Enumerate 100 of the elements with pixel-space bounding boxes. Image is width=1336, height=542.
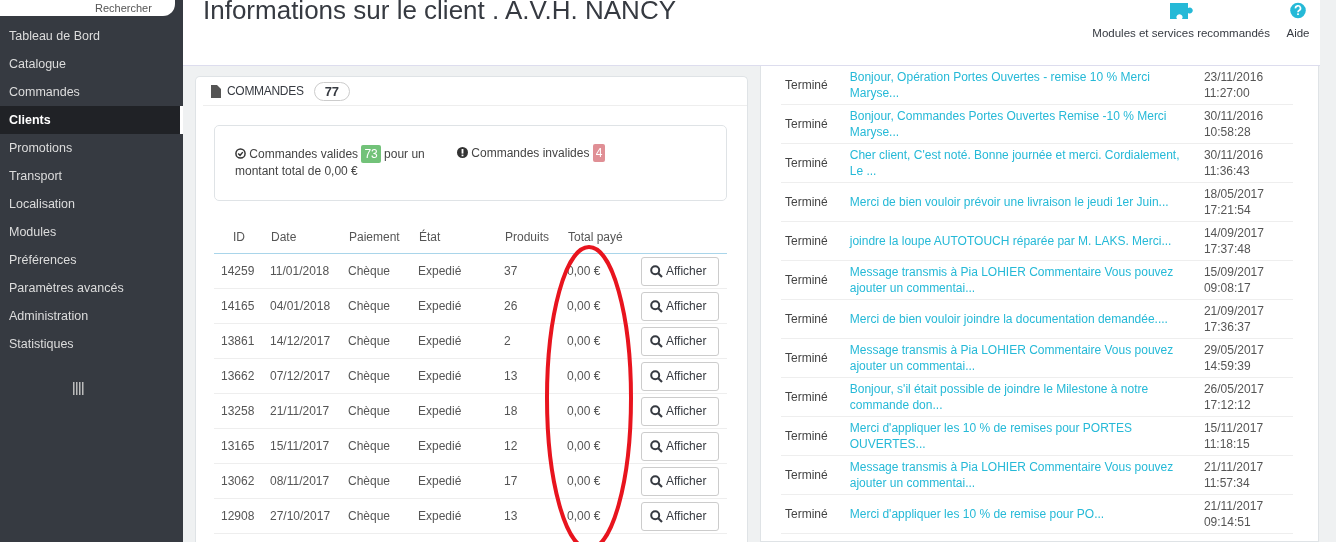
puzzle-icon (1168, 3, 1195, 19)
date-cell: 26/05/2017 17:12:12 (1199, 377, 1293, 417)
table-cell: 13 (504, 498, 567, 534)
table-cell: 13662 (214, 358, 270, 394)
modules-link[interactable]: Modules et services recommandés (1092, 0, 1270, 65)
status-cell: Terminé (781, 66, 846, 105)
column-header: Total payé (567, 221, 641, 254)
date-cell: 15/09/2017 09:08:17 (1199, 260, 1293, 300)
status-cell: Terminé (781, 338, 846, 378)
table-cell: 08/11/2017 (270, 463, 348, 499)
action-label: Modules et services recommandés (1092, 27, 1270, 39)
table-cell: 14165 (214, 288, 270, 324)
table-cell: 12 (504, 428, 567, 464)
sidebar-item[interactable]: Modules (0, 218, 183, 246)
search-field[interactable]: Rechercher (0, 0, 175, 16)
sidebar-item[interactable]: Promotions (0, 134, 183, 162)
table-cell: 04/01/2018 (270, 288, 348, 324)
sidebar-item[interactable]: Tableau de Bord (0, 22, 183, 50)
column-header: État (418, 221, 504, 254)
table-cell: 27/10/2017 (270, 498, 348, 534)
table-cell: 13861 (214, 323, 270, 359)
table-cell: 18 (504, 393, 567, 429)
column-header: ID (214, 221, 270, 254)
date-cell: 18/05/2017 17:21:54 (1199, 182, 1293, 222)
status-cell: Terminé (781, 260, 846, 300)
view-button[interactable]: Afficher (641, 501, 719, 531)
sidebar-item[interactable]: Préférences (0, 246, 183, 274)
table-cell: 21/11/2017 (270, 393, 348, 429)
search-icon (650, 264, 663, 278)
table-cell: 2 (504, 323, 567, 359)
date-cell: 21/09/2017 17:36:37 (1199, 299, 1293, 339)
column-header: Produits (504, 221, 567, 254)
table-cell: 14/12/2017 (270, 323, 348, 359)
table-cell: 07/12/2017 (270, 358, 348, 394)
panel-title: COMMANDES (227, 84, 304, 98)
status-cell: Terminé (781, 299, 846, 339)
date-cell: 23/11/2016 11:27:00 (1199, 66, 1293, 105)
status-cell: Terminé (781, 455, 846, 495)
table-cell: 15/11/2017 (270, 428, 348, 464)
column-header: Paiement (348, 221, 418, 254)
table-cell: 17 (504, 463, 567, 499)
date-cell: 29/05/2017 14:59:39 (1199, 338, 1293, 378)
exclamation-icon (457, 147, 468, 158)
check-circle-icon (235, 148, 246, 159)
table-cell: Chèque (348, 463, 418, 499)
table-cell: Expedié (418, 393, 504, 429)
date-cell: 30/11/2016 11:36:43 (1199, 143, 1293, 183)
date-cell: 21/11/2017 11:57:34 (1199, 455, 1293, 495)
page-title: Informations sur le client . A.V.H. NANCY (203, 0, 676, 27)
date-cell: 15/11/2017 11:18:15 (1199, 416, 1293, 456)
sidebar-item[interactable]: Catalogue (0, 50, 183, 78)
search-icon (650, 369, 663, 383)
status-cell: Terminé (781, 494, 846, 534)
table-cell: 14259 (214, 253, 270, 289)
date-cell: 21/11/2017 09:14:51 (1199, 494, 1293, 534)
table-cell: 37 (504, 253, 567, 289)
table-cell: Expedié (418, 498, 504, 534)
table-cell: Expedié (418, 323, 504, 359)
status-cell: Terminé (781, 416, 846, 456)
table-cell: 13 (504, 358, 567, 394)
table-cell: 13062 (214, 463, 270, 499)
view-button[interactable]: Afficher (641, 361, 719, 391)
search-icon (650, 439, 663, 453)
view-button[interactable]: Afficher (641, 431, 719, 461)
sidebar-item[interactable]: Commandes (0, 78, 183, 106)
table-cell: Expedié (418, 253, 504, 289)
search-icon (650, 334, 663, 348)
search-icon (650, 474, 663, 488)
table-cell: Expedié (418, 288, 504, 324)
search-icon (650, 404, 663, 418)
bars-icon[interactable] (73, 382, 84, 395)
table-cell: Chèque (348, 393, 418, 429)
sidebar-item[interactable]: Transport (0, 162, 183, 190)
sidebar-item[interactable]: Localisation (0, 190, 183, 218)
view-button[interactable]: Afficher (641, 291, 719, 321)
table-cell: 11/01/2018 (270, 253, 348, 289)
table-cell: Chèque (348, 428, 418, 464)
sidebar-item[interactable]: Statistiques (0, 330, 183, 358)
sidebar-item[interactable]: Administration (0, 302, 183, 330)
status-cell: Terminé (781, 221, 846, 261)
table-cell: Chèque (348, 323, 418, 359)
table-cell: Expedié (418, 358, 504, 394)
table-cell: 13165 (214, 428, 270, 464)
table-cell: Expedié (418, 428, 504, 464)
search-icon (650, 299, 663, 313)
search-icon (650, 509, 663, 523)
date-cell: 14/09/2017 17:37:48 (1199, 221, 1293, 261)
sidebar-item[interactable]: Paramètres avancés (0, 274, 183, 302)
status-cell: Terminé (781, 182, 846, 222)
help-link[interactable]: Aide (1286, 0, 1310, 65)
table-cell: Chèque (348, 288, 418, 324)
view-button[interactable]: Afficher (641, 466, 719, 496)
sidebar-item[interactable]: Clients (0, 106, 183, 134)
date-cell: 30/11/2016 10:58:28 (1199, 104, 1293, 144)
view-button[interactable]: Afficher (641, 256, 719, 286)
table-cell: 13258 (214, 393, 270, 429)
table-cell: Chèque (348, 358, 418, 394)
view-button[interactable]: Afficher (641, 396, 719, 426)
document-icon (211, 84, 221, 98)
view-button[interactable]: Afficher (641, 326, 719, 356)
